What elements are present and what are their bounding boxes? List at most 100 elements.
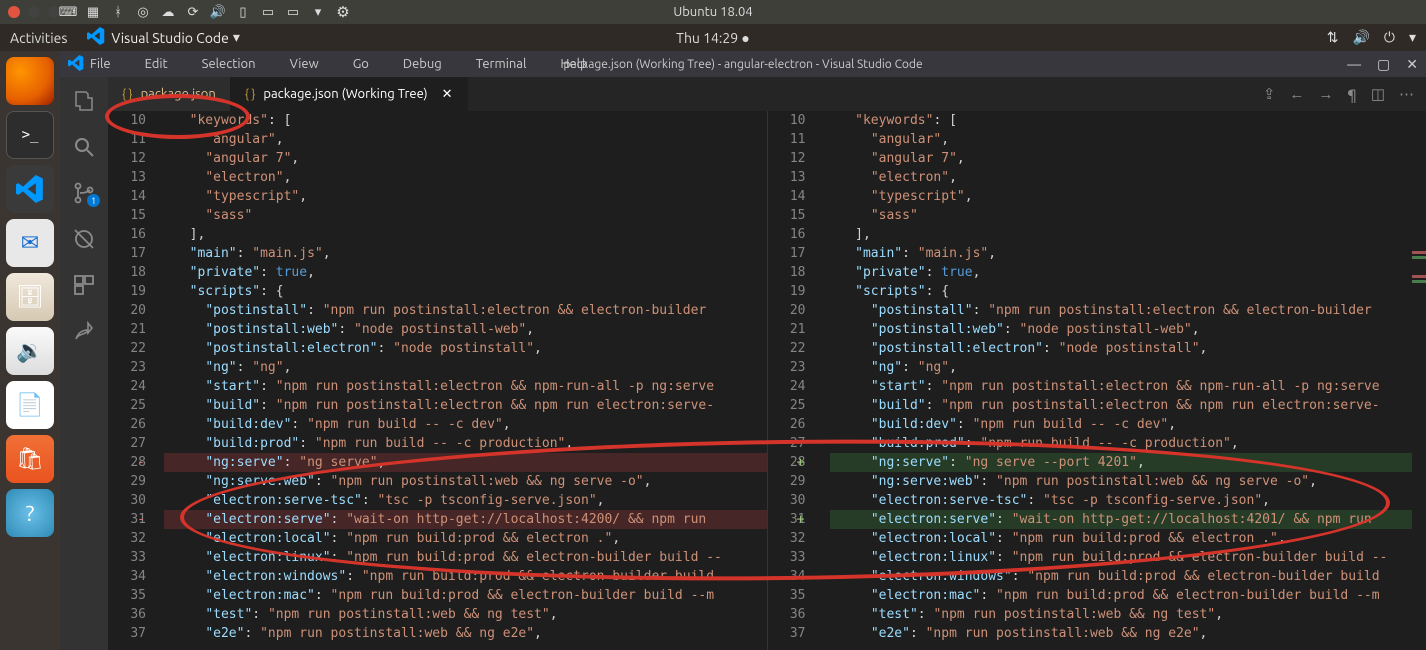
camera-icon[interactable]: ▭ [260, 4, 276, 20]
code-line[interactable]: "postinstall:web": "node postinstall-web… [164, 320, 767, 339]
code-line[interactable]: "electron:windows": "npm run build:prod … [830, 567, 1413, 586]
menu-edit[interactable]: Edit [145, 57, 168, 71]
menu-file[interactable]: File [90, 57, 111, 71]
code-line[interactable]: "electron:serve": "wait-on http-get://lo… [830, 510, 1413, 529]
code-line[interactable]: "electron:linux": "npm run build:prod &&… [164, 548, 767, 567]
volume-icon[interactable]: 🔊 [210, 4, 226, 20]
code-line[interactable]: "build:prod": "npm run build -- -c produ… [830, 434, 1413, 453]
extensions-icon[interactable] [72, 273, 96, 297]
code-line[interactable]: "electron:local": "npm run build:prod &&… [830, 529, 1413, 548]
dock-files[interactable]: 🗄 [6, 273, 54, 321]
code-line[interactable]: "postinstall:electron": "node postinstal… [830, 339, 1413, 358]
code-line[interactable]: ], [830, 225, 1413, 244]
diff-right-pane[interactable]: 1011121314151617181920212223242526272829… [767, 111, 1426, 650]
code-line[interactable]: "electron:serve": "wait-on http-get://lo… [164, 510, 767, 529]
display-icon[interactable]: ▯ [235, 4, 251, 20]
dock-software[interactable]: 🛍 [6, 435, 54, 483]
code-line[interactable]: "e2e": "npm run postinstall:web && ng e2… [164, 624, 767, 643]
split-editor-icon[interactable]: ◫ [1371, 85, 1385, 103]
dock-rhythmbox[interactable]: 🔉 [6, 327, 54, 375]
tab-package-json-working-tree-[interactable]: { }package.json (Working Tree)✕ [231, 77, 468, 111]
code-line[interactable]: ], [164, 225, 767, 244]
dropdown-icon[interactable]: ▾ [310, 4, 326, 20]
chevron-down-icon[interactable]: ▾ [233, 29, 240, 46]
liveshare-icon[interactable] [72, 319, 96, 343]
close-icon[interactable]: ✕ [1406, 56, 1418, 73]
code-line[interactable]: "postinstall:web": "node postinstall-web… [830, 320, 1413, 339]
menu-view[interactable]: View [290, 57, 319, 71]
grid-icon[interactable]: ▦ [85, 4, 101, 20]
code-line[interactable]: "ng:serve": "ng serve --port 4201", [830, 453, 1413, 472]
code-line[interactable]: "angular", [830, 130, 1413, 149]
code-line[interactable]: "start": "npm run postinstall:electron &… [830, 377, 1413, 396]
code-line[interactable]: "angular", [164, 130, 767, 149]
activities-button[interactable]: Activities [10, 30, 67, 46]
code-line[interactable]: "ng:serve:web": "npm run postinstall:web… [164, 472, 767, 491]
code-line[interactable]: "private": true, [164, 263, 767, 282]
dock-terminal[interactable]: >_ [6, 111, 54, 159]
code-line[interactable]: "postinstall": "npm run postinstall:elec… [164, 301, 767, 320]
code-line[interactable]: "build": "npm run postinstall:electron &… [830, 396, 1413, 415]
audio-icon[interactable]: 🔊 [1352, 29, 1369, 46]
menu-debug[interactable]: Debug [403, 57, 442, 71]
code-line[interactable]: "e2e": "npm run postinstall:web && ng e2… [830, 624, 1413, 643]
scm-icon[interactable]: 1 [72, 181, 96, 205]
code-right[interactable]: "keywords": [ "angular", "angular 7", "e… [824, 111, 1413, 650]
menu-selection[interactable]: Selection [202, 57, 256, 71]
code-line[interactable]: "scripts": { [830, 282, 1413, 301]
code-line[interactable]: "test": "npm run postinstall:web && ng t… [830, 605, 1413, 624]
code-line[interactable]: "electron:linux": "npm run build:prod &&… [830, 548, 1413, 567]
refresh-icon[interactable]: ⟳ [185, 4, 201, 20]
battery-icon[interactable]: ▭ [285, 4, 301, 20]
code-line[interactable]: "scripts": { [164, 282, 767, 301]
code-line[interactable]: "angular 7", [830, 149, 1413, 168]
whitespace-icon[interactable]: ¶ [1347, 86, 1356, 103]
code-line[interactable]: "ng": "ng", [830, 358, 1413, 377]
gear-icon[interactable]: ⚙ [335, 4, 351, 20]
minimize-icon[interactable]: — [1347, 56, 1361, 73]
code-line[interactable]: "sass" [164, 206, 767, 225]
code-line[interactable]: "angular 7", [164, 149, 767, 168]
code-line[interactable]: "private": true, [830, 263, 1413, 282]
tab-package-json[interactable]: { }package.json [108, 77, 231, 111]
code-line[interactable]: "build:prod": "npm run build -- -c produ… [164, 434, 767, 453]
dock-writer[interactable]: 📄 [6, 381, 54, 429]
circle-icon[interactable]: ◎ [135, 4, 151, 20]
code-line[interactable]: "keywords": [ [830, 111, 1413, 130]
maximize-icon[interactable]: ▢ [1377, 56, 1390, 73]
code-line[interactable]: "typescript", [164, 187, 767, 206]
code-line[interactable]: "test": "npm run postinstall:web && ng t… [164, 605, 767, 624]
cloud-icon[interactable]: ☁ [160, 4, 176, 20]
close-window-button[interactable] [8, 6, 20, 18]
power-icon[interactable]: ⏻ [1384, 29, 1395, 46]
more-actions-icon[interactable]: ⋯ [1399, 85, 1414, 103]
code-line[interactable]: "electron", [830, 168, 1413, 187]
prev-change-icon[interactable]: ← [1289, 85, 1304, 103]
code-line[interactable]: "build:dev": "npm run build -- -c dev", [164, 415, 767, 434]
code-line[interactable]: "ng": "ng", [164, 358, 767, 377]
code-line[interactable]: "main": "main.js", [164, 244, 767, 263]
code-line[interactable]: "main": "main.js", [830, 244, 1413, 263]
minimize-window-button[interactable] [28, 6, 40, 18]
menu-terminal[interactable]: Terminal [476, 57, 527, 71]
code-line[interactable]: "typescript", [830, 187, 1413, 206]
panel-clock[interactable]: Thu 14:29 ● [676, 30, 750, 46]
dock-vscode[interactable] [6, 165, 54, 213]
code-line[interactable]: "electron:windows": "npm run build:prod … [164, 567, 767, 586]
explorer-icon[interactable] [72, 89, 96, 113]
code-line[interactable]: "start": "npm run postinstall:electron &… [164, 377, 767, 396]
code-line[interactable]: "sass" [830, 206, 1413, 225]
code-line[interactable]: "build:dev": "npm run build -- -c dev", [830, 415, 1413, 434]
bluetooth-icon[interactable]: ᚼ [110, 4, 126, 20]
code-line[interactable]: "keywords": [ [164, 111, 767, 130]
overview-ruler[interactable] [1412, 111, 1426, 650]
search-icon[interactable] [72, 135, 96, 159]
code-line[interactable]: "electron:mac": "npm run build:prod && e… [830, 586, 1413, 605]
next-change-icon[interactable]: → [1318, 85, 1333, 103]
menu-go[interactable]: Go [353, 57, 369, 71]
current-app-name[interactable]: Visual Studio Code [111, 30, 228, 46]
diff-left-pane[interactable]: 1011121314151617181920212223242526272829… [108, 111, 767, 650]
code-line[interactable]: "ng:serve": "ng serve", [164, 453, 767, 472]
panel-status-area[interactable]: ⇅ 🔊 ⏻ ▾ [1327, 29, 1416, 46]
code-line[interactable]: "ng:serve:web": "npm run postinstall:web… [830, 472, 1413, 491]
